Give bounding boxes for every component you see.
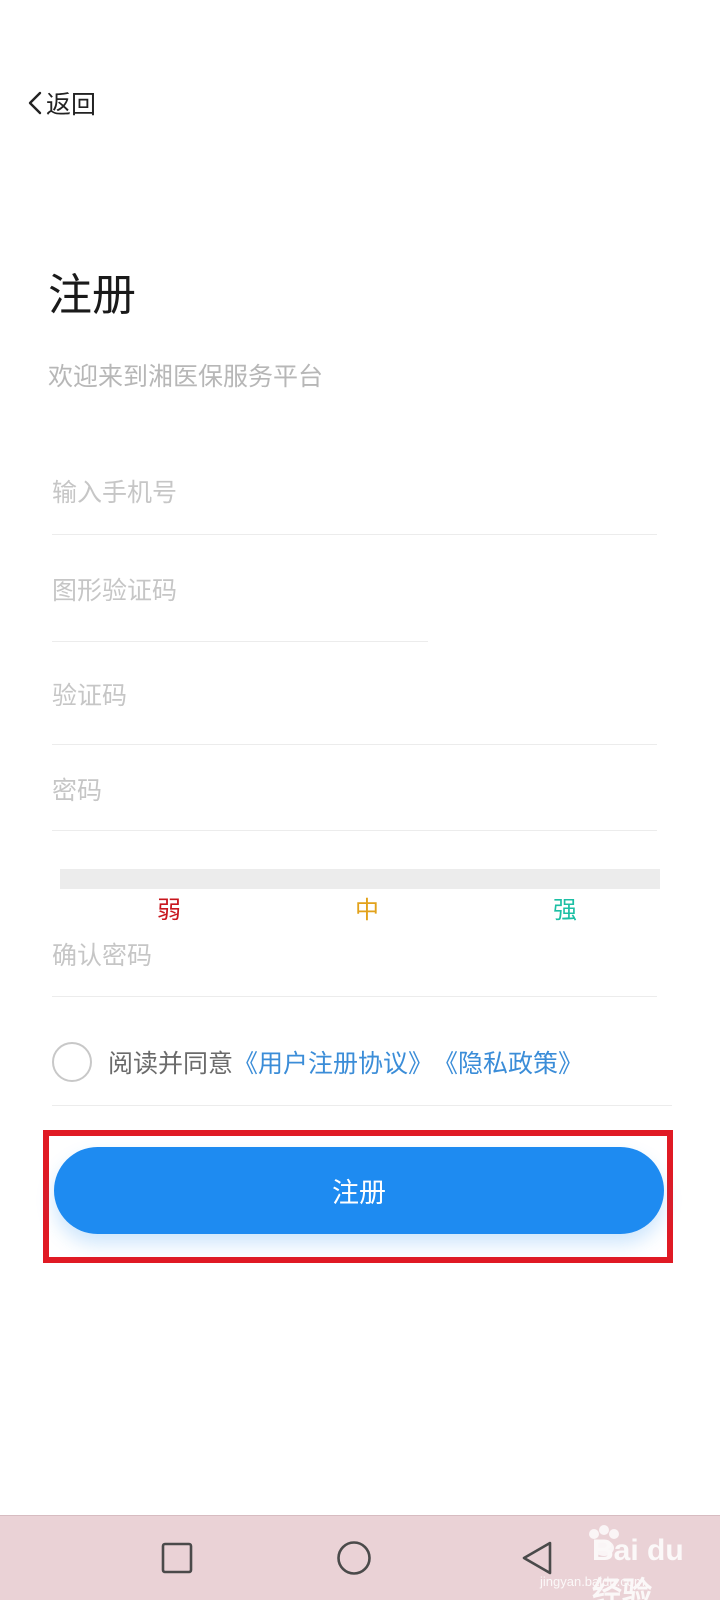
divider [52,1105,672,1106]
chevron-left-icon [26,88,44,118]
sms-code-field [52,675,657,745]
password-strength-bar [60,869,660,889]
privacy-policy-link[interactable]: 《隐私政策》 [433,1044,583,1080]
captcha-input[interactable] [52,570,428,610]
watermark-text: Bai du 经验 [592,1534,684,1610]
confirm-password-input[interactable] [52,935,657,975]
strength-weak-label: 弱 [157,896,181,924]
circle-icon [335,1541,373,1581]
recents-button[interactable] [160,1541,194,1579]
back-label: 返回 [46,90,97,119]
home-button[interactable] [335,1539,373,1581]
strength-strong-label: 强 [553,896,577,924]
phone-input[interactable] [52,472,657,512]
confirm-password-field [52,935,657,997]
page-subtitle: 欢迎来到湘医保服务平台 [48,362,324,391]
agreement-row: 阅读并同意 《用户注册协议》 《隐私政策》 [52,1042,672,1082]
register-button[interactable]: 注册 [54,1147,664,1234]
baidu-watermark: Bai du 经验 jingyan.baidu.com [540,1525,720,1610]
agreement-text: 阅读并同意 [108,1049,234,1078]
password-input[interactable] [52,770,657,810]
captcha-field [52,570,428,642]
strength-medium-label: 中 [355,896,379,924]
password-field [52,770,657,831]
watermark-subtext: jingyan.baidu.com [540,1574,645,1589]
agreement-checkbox[interactable] [52,1042,92,1082]
register-button-label: 注册 [332,1178,386,1209]
sms-code-input[interactable] [52,675,657,715]
user-agreement-link[interactable]: 《用户注册协议》 [233,1044,433,1080]
back-button[interactable]: 返回 [26,86,96,120]
phone-field [52,472,657,535]
page-title: 注册 [48,270,136,321]
square-icon [160,1542,194,1579]
